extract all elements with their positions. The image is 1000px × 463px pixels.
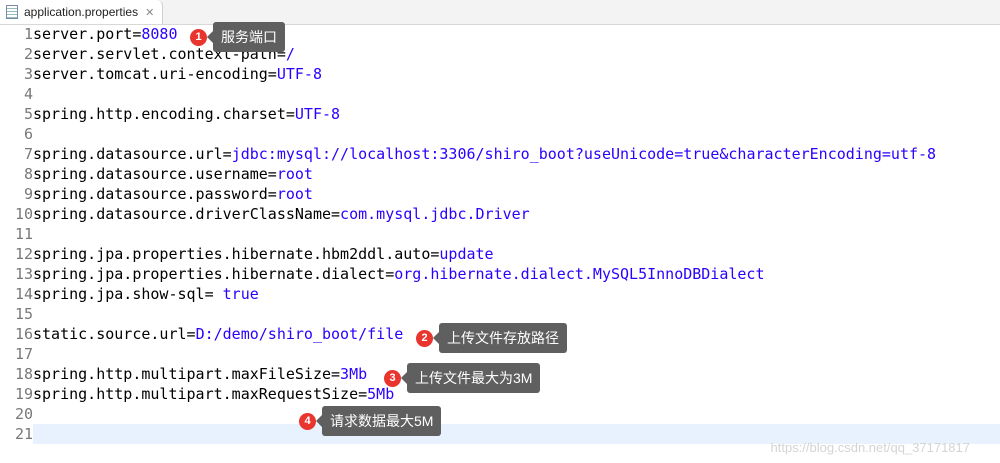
property-value: /	[285, 45, 295, 63]
line-number: 19	[14, 385, 33, 403]
property-value: UTF-8	[294, 105, 341, 123]
property-value: 8080	[141, 25, 178, 43]
property-value: org.hibernate.dialect.MySQL5InnoDBDialec…	[394, 265, 765, 283]
property-key: spring.jpa.show-sql=	[33, 285, 214, 303]
property-key: spring.http.multipart.maxFileSize=	[33, 365, 341, 383]
property-value: root	[276, 165, 313, 183]
line-number: 11	[14, 225, 33, 243]
line-number: 4	[23, 85, 33, 103]
line-number: 10	[14, 205, 33, 223]
line-number: 13	[14, 265, 33, 283]
property-key: spring.http.encoding.charset=	[33, 105, 295, 123]
property-value: true	[213, 285, 259, 303]
line-number: 20	[14, 405, 33, 423]
annotation-2: 2 上传文件存放路径	[416, 323, 567, 353]
code-line[interactable]: 11	[0, 224, 1000, 244]
line-number: 18	[14, 365, 33, 383]
line-number: 3	[23, 65, 33, 83]
annotation-tooltip: 上传文件最大为3M	[400, 363, 541, 393]
code-line[interactable]: 6	[0, 124, 1000, 144]
line-number: 1	[23, 25, 33, 43]
line-number: 12	[14, 245, 33, 263]
code-line[interactable]: 7 spring.datasource.url= jdbc:mysql://loca…	[0, 144, 1000, 164]
line-number: 7	[23, 145, 33, 163]
close-icon[interactable]: ✕	[145, 6, 154, 19]
property-key: spring.jpa.properties.hibernate.dialect=	[33, 265, 395, 283]
properties-file-icon	[6, 5, 18, 19]
annotation-badge: 2	[416, 329, 433, 347]
property-key: spring.jpa.properties.hibernate.hbm2ddl.…	[33, 245, 440, 263]
annotation-4: 4 请求数据最大5M	[299, 406, 442, 436]
annotation-badge: 1	[190, 28, 207, 46]
annotation-3: 3 上传文件最大为3M	[384, 363, 541, 393]
line-number: 5	[23, 105, 33, 123]
property-key: spring.datasource.url=	[33, 145, 232, 163]
property-key: server.port=	[33, 25, 142, 43]
line-number: 21	[0, 424, 33, 444]
property-value: update	[439, 245, 494, 263]
code-line[interactable]: 20	[0, 404, 1000, 424]
annotation-tooltip: 上传文件存放路径	[433, 323, 567, 353]
annotation-tooltip: 请求数据最大5M	[315, 406, 442, 436]
annotation-1: 1 服务端口	[190, 22, 285, 52]
property-value: D:/demo/shiro_boot/file	[195, 325, 404, 343]
line-number: 15	[14, 305, 33, 323]
line-number: 2	[23, 45, 33, 63]
line-number: 8	[23, 165, 33, 183]
property-value: com.mysql.jdbc.Driver	[340, 205, 530, 223]
property-key: spring.datasource.password=	[33, 185, 277, 203]
code-line[interactable]: 15	[0, 304, 1000, 324]
code-line[interactable]: 13 spring.jpa.properties.hibernate.dialec…	[0, 264, 1000, 284]
code-line[interactable]: 12 spring.jpa.properties.hibernate.hbm2dd…	[0, 244, 1000, 264]
annotation-badge: 4	[299, 412, 316, 430]
tab-title: application.properties	[24, 5, 139, 19]
property-value: UTF-8	[276, 65, 322, 83]
code-line[interactable]: 3 server.tomcat.uri-encoding= UTF-8	[0, 64, 1000, 84]
line-number: 14	[14, 285, 33, 303]
property-key: server.tomcat.uri-encoding=	[33, 65, 277, 83]
code-line[interactable]: 1 server.port= 8080	[0, 24, 1000, 44]
property-value: root	[276, 185, 313, 203]
code-line[interactable]: 10 spring.datasource.driverClassName= com.…	[0, 204, 1000, 224]
line-number: 17	[14, 345, 33, 363]
code-line[interactable]: 9 spring.datasource.password= root	[0, 184, 1000, 204]
code-line[interactable]: 14 spring.jpa.show-sql= true	[0, 284, 1000, 304]
editor-tab-bar: application.properties ✕	[0, 0, 1000, 25]
line-number: 16	[14, 325, 33, 343]
annotation-tooltip: 服务端口	[207, 22, 285, 52]
property-key: static.source.url=	[33, 325, 196, 343]
tab-application-properties[interactable]: application.properties ✕	[0, 0, 163, 24]
annotation-badge: 3	[384, 369, 401, 387]
line-number: 6	[23, 125, 33, 143]
property-key: spring.datasource.username=	[33, 165, 277, 183]
code-line[interactable]: 2 server.servlet.context-path= /	[0, 44, 1000, 64]
property-value: jdbc:mysql://localhost:3306/shiro_boot?u…	[231, 145, 937, 163]
code-line[interactable]: 8 spring.datasource.username= root	[0, 164, 1000, 184]
line-number: 9	[23, 185, 33, 203]
code-line[interactable]: 5 spring.http.encoding.charset= UTF-8	[0, 104, 1000, 124]
code-line[interactable]: 4	[0, 84, 1000, 104]
watermark: https://blog.csdn.net/qq_37171817	[770, 440, 971, 455]
property-key: spring.http.multipart.maxRequestSize=	[33, 385, 368, 403]
property-value: 3Mb	[340, 365, 368, 383]
property-key: spring.datasource.driverClassName=	[33, 205, 341, 223]
